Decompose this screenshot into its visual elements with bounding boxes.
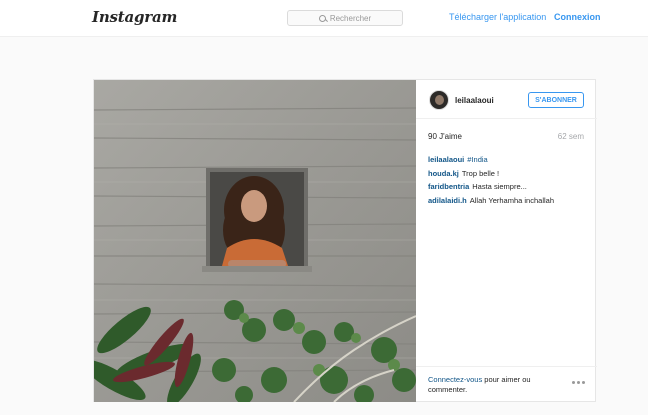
comment-text: Allah Yerhamha inchallah: [469, 195, 554, 205]
more-options-icon[interactable]: [572, 381, 585, 384]
hashtag-link[interactable]: #India: [467, 155, 487, 164]
login-to-interact-link[interactable]: Connectez-vous: [428, 375, 482, 384]
photo-illustration: [94, 80, 416, 402]
search-icon: [318, 14, 326, 22]
comment-item: houda.kj Trop belle !: [428, 167, 588, 181]
comment-text: Trop belle !: [461, 168, 500, 178]
likes-count[interactable]: 90 J'aime: [428, 132, 462, 141]
comment-item: adilalaidi.h Allah Yerhamha inchallah: [428, 194, 588, 208]
post-card: leilaalaoui S'ABONNER 90 J'aime 62 sem l…: [93, 79, 597, 402]
top-nav: Instagram Rechercher Télécharger l'appli…: [0, 0, 648, 37]
comment-item: faridbentria Hasta siempre...: [428, 180, 588, 194]
post-photo[interactable]: [94, 80, 416, 402]
post-age[interactable]: 62 sem: [558, 132, 584, 141]
search-box[interactable]: Rechercher: [287, 10, 403, 26]
login-link[interactable]: Connexion: [554, 12, 601, 22]
dot: [582, 381, 585, 384]
comment-list: leilaalaoui #India houda.kj Trop belle ! f…: [428, 153, 588, 207]
post-footer: Connectez-vous pour aimer ou commenter.: [416, 366, 597, 402]
login-prompt: Connectez-vous pour aimer ou commenter.: [428, 375, 558, 395]
comment-text: Hasta siempre...: [472, 182, 527, 191]
dot: [572, 381, 575, 384]
comment-author[interactable]: adilalaidi.h: [428, 196, 467, 205]
comment-author[interactable]: houda.kj: [428, 169, 459, 178]
dot: [577, 381, 580, 384]
comment-item: leilaalaoui #India: [428, 153, 588, 167]
post-author-username[interactable]: leilaalaoui: [455, 96, 494, 105]
comment-author[interactable]: leilaalaoui: [428, 155, 464, 164]
instagram-logo[interactable]: Instagram: [92, 8, 177, 26]
follow-button[interactable]: S'ABONNER: [528, 92, 584, 108]
avatar[interactable]: [429, 90, 449, 110]
comment-author[interactable]: faridbentria: [428, 182, 469, 191]
download-app-link[interactable]: Télécharger l'application: [449, 12, 546, 22]
post-header: leilaalaoui S'ABONNER: [416, 80, 597, 119]
search-placeholder: Rechercher: [329, 13, 372, 23]
post-sidebar: leilaalaoui S'ABONNER 90 J'aime 62 sem l…: [416, 80, 597, 402]
